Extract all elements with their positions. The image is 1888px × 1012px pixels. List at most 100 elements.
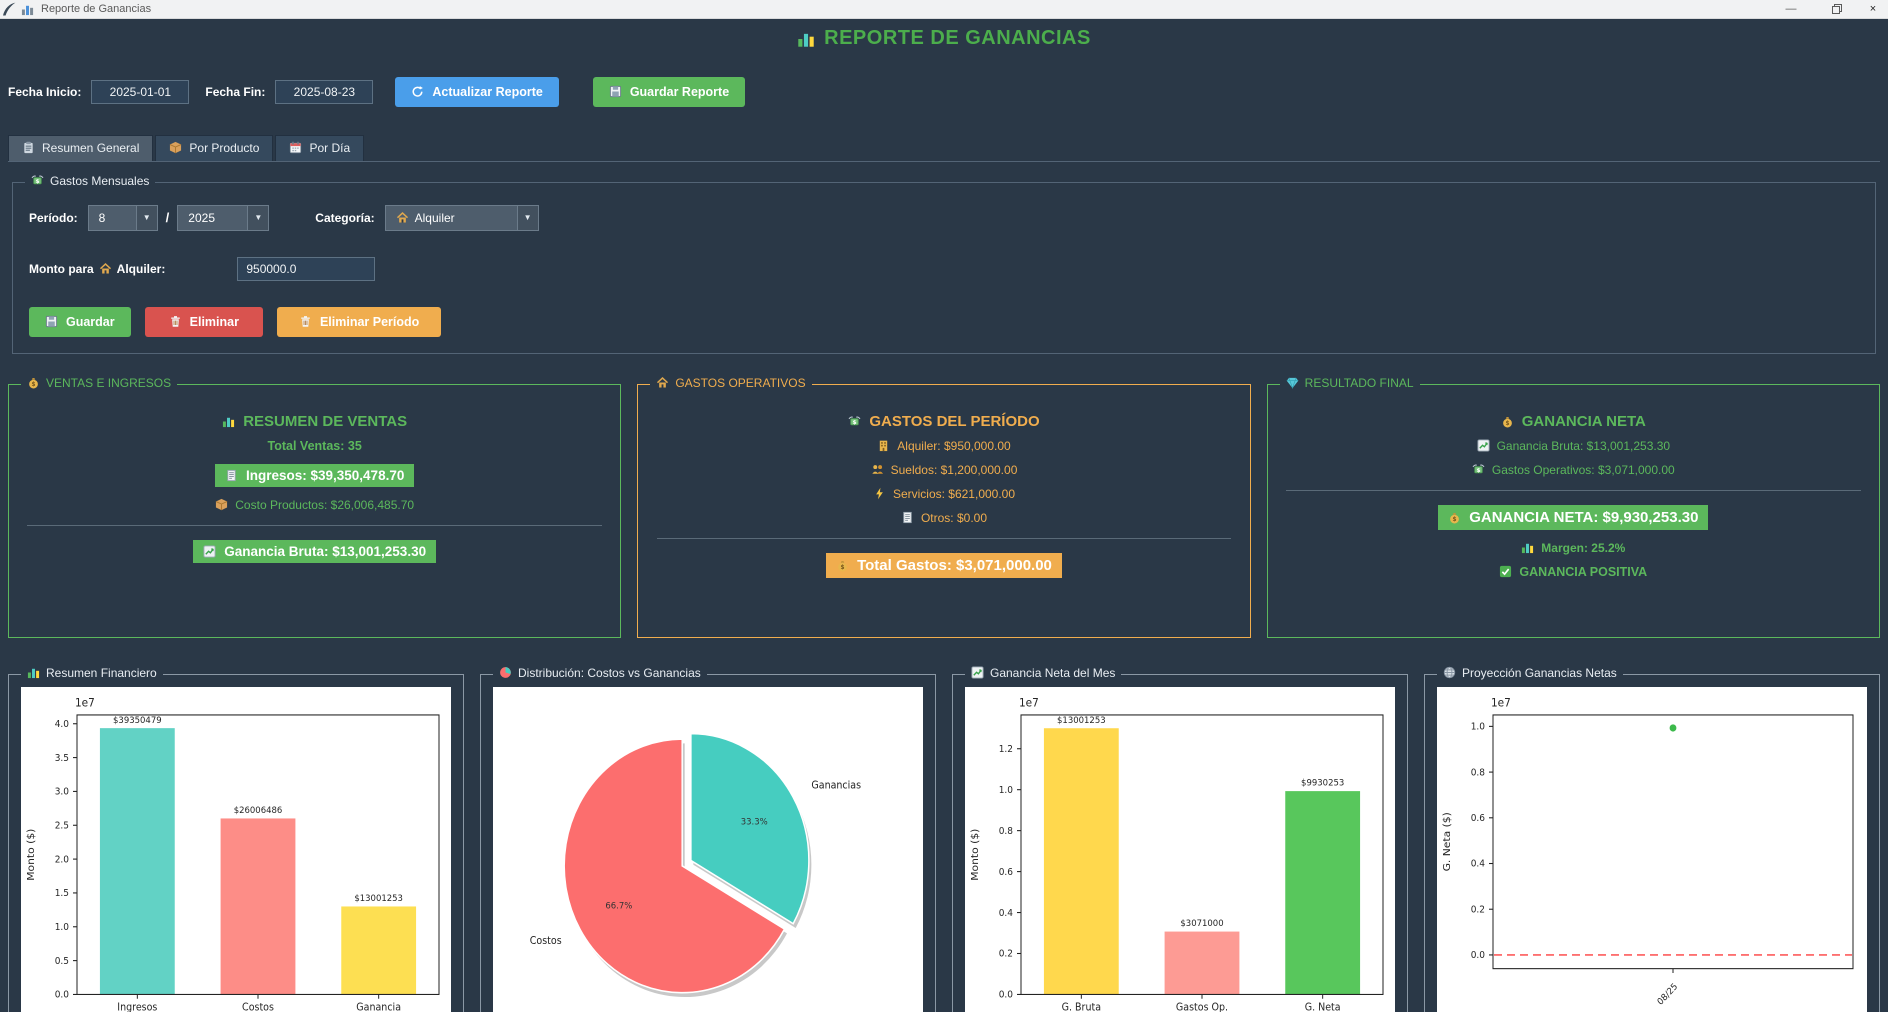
guardar-button[interactable]: Guardar xyxy=(29,307,131,337)
anio-combobox[interactable]: 2025 ▼ xyxy=(177,205,269,231)
stat-text: Ingresos: $39,350,478.70 xyxy=(246,468,404,483)
periodo-label: Período: xyxy=(29,211,78,225)
fecha-fin-input[interactable]: 2025-08-23 xyxy=(275,80,373,104)
svg-text:08/25: 08/25 xyxy=(1656,981,1680,1007)
save-icon xyxy=(609,85,622,98)
stat-line: Otros: $0.00 xyxy=(901,511,987,525)
actualizar-reporte-button[interactable]: Actualizar Reporte xyxy=(395,77,558,107)
receipt-icon xyxy=(225,469,238,482)
svg-text:Gastos Op.: Gastos Op. xyxy=(1176,1002,1228,1012)
tab-label: Resumen General xyxy=(42,141,139,155)
svg-text:$9930253: $9930253 xyxy=(1301,778,1344,788)
chart-title: Proyección Ganancias Netas xyxy=(1462,666,1617,680)
svg-text:33.3%: 33.3% xyxy=(741,817,768,827)
chart-title: Distribución: Costos vs Ganancias xyxy=(518,666,701,680)
svg-text:0.2: 0.2 xyxy=(999,948,1013,959)
money-bag-icon: $ xyxy=(27,376,40,389)
window-controls: — × xyxy=(1768,0,1886,18)
divider xyxy=(1286,490,1861,491)
stat-text: GANANCIA NETA: $9,930,253.30 xyxy=(1469,509,1698,526)
money-bag-icon: $ xyxy=(836,559,849,572)
notebook-pane: $ Gastos Mensuales Período: 8 ▼ / 2025 ▼… xyxy=(8,161,1880,354)
bar-chart-icon xyxy=(27,666,40,679)
stat-text: RESUMEN DE VENTAS xyxy=(243,413,407,430)
bolt-icon xyxy=(873,487,886,500)
toolbar: Fecha Inicio: 2025-01-01 Fecha Fin: 2025… xyxy=(8,77,1880,107)
money-wings-icon: $ xyxy=(31,174,44,187)
stat-text: Total Gastos: $3,071,000.00 xyxy=(857,557,1052,574)
resultado-final-panel: RESULTADO FINAL$GANANCIA NETAGanancia Br… xyxy=(1267,384,1880,638)
svg-text:0.0: 0.0 xyxy=(1471,949,1485,960)
house-icon xyxy=(99,262,112,275)
categoria-label: Categoría: xyxy=(315,211,374,225)
svg-text:1.0: 1.0 xyxy=(1471,721,1485,732)
mes-combobox[interactable]: 8 ▼ xyxy=(88,205,158,231)
stat-text: Costo Productos: $26,006,485.70 xyxy=(235,498,414,512)
stat-text: Alquiler: $950,000.00 xyxy=(897,439,1010,453)
tab-resumen-general[interactable]: Resumen General xyxy=(8,135,153,161)
chart-frame-ganancia-neta-del-mes: Ganancia Neta del Mes0.00.20.40.60.81.01… xyxy=(952,674,1408,1012)
stat-text: Gastos Operativos: $3,071,000.00 xyxy=(1492,463,1675,477)
svg-text:1e7: 1e7 xyxy=(1491,695,1511,708)
ventas-e-ingresos-frame-label: $VENTAS E INGRESOS xyxy=(21,376,177,390)
svg-text:Monto ($): Monto ($) xyxy=(969,828,981,880)
clipboard-icon xyxy=(22,141,35,154)
divider xyxy=(657,538,1232,539)
svg-text:Ingresos: Ingresos xyxy=(117,1002,157,1012)
tab-por-producto[interactable]: Por Producto xyxy=(155,135,273,161)
refresh-icon xyxy=(411,85,424,98)
window-chart-icon xyxy=(21,3,34,16)
svg-text:1.2: 1.2 xyxy=(999,743,1013,754)
periodo-separator: / xyxy=(166,210,170,225)
stat-line: Margen: 25.2% xyxy=(1521,541,1625,555)
svg-text:0.2: 0.2 xyxy=(1471,904,1485,915)
trash-icon xyxy=(299,315,312,328)
chart-frame-resumen-financiero: Resumen Financiero0.00.51.01.52.02.53.03… xyxy=(8,674,464,1012)
categoria-combobox[interactable]: Alquiler ▼ xyxy=(385,205,539,231)
chart-title: Resumen Financiero xyxy=(46,666,157,680)
highlight-badge: $ Total Gastos: $3,071,000.00 xyxy=(826,553,1062,578)
svg-text:G. Neta: G. Neta xyxy=(1305,1002,1341,1012)
app-header: REPORTE DE GANANCIAS xyxy=(8,19,1880,53)
tab-por-d-a[interactable]: Por Día xyxy=(275,135,364,161)
chart-up-icon xyxy=(971,666,984,679)
fecha-inicio-input[interactable]: 2025-01-01 xyxy=(91,80,189,104)
eliminar-button[interactable]: Eliminar xyxy=(145,307,263,337)
close-button[interactable]: × xyxy=(1860,0,1886,18)
svg-text:0.4: 0.4 xyxy=(999,907,1013,918)
svg-text:$: $ xyxy=(36,179,40,185)
svg-text:0.8: 0.8 xyxy=(1471,767,1485,778)
guardar-reporte-button[interactable]: Guardar Reporte xyxy=(593,77,745,107)
button-label: Eliminar xyxy=(190,315,239,329)
building-icon xyxy=(877,439,890,452)
svg-text:0.5: 0.5 xyxy=(55,955,69,966)
gastos-mensuales-frame: $ Gastos Mensuales Período: 8 ▼ / 2025 ▼… xyxy=(12,182,1876,354)
restore-button[interactable] xyxy=(1814,0,1860,18)
monto-row: Monto para Alquiler: 950000.0 xyxy=(29,257,1859,281)
stat-line: Costo Productos: $26,006,485.70 xyxy=(215,498,414,512)
svg-text:0.6: 0.6 xyxy=(999,866,1013,877)
chevron-down-icon[interactable]: ▼ xyxy=(136,206,157,230)
tab-label: Por Producto xyxy=(189,141,259,155)
svg-text:$: $ xyxy=(31,382,35,388)
minimize-button[interactable]: — xyxy=(1768,0,1814,18)
svg-text:$13001253: $13001253 xyxy=(354,893,403,903)
ventas-e-ingresos-panel: $VENTAS E INGRESOSRESUMEN DE VENTASTotal… xyxy=(8,384,621,638)
svg-text:1e7: 1e7 xyxy=(1019,695,1039,708)
panel-heading: $GASTOS DEL PERÍODO xyxy=(848,413,1039,430)
stat-text: Ganancia Bruta: $13,001,253.30 xyxy=(1497,439,1670,453)
button-label: Guardar xyxy=(66,315,115,329)
highlight-badge: Ingresos: $39,350,478.70 xyxy=(215,464,414,487)
chevron-down-icon[interactable]: ▼ xyxy=(247,206,268,230)
calendar-icon xyxy=(289,141,302,154)
eliminar-periodo-button[interactable]: Eliminar Período xyxy=(277,307,441,337)
svg-text:$: $ xyxy=(841,565,845,571)
stat-line: $Gastos Operativos: $3,071,000.00 xyxy=(1472,463,1675,477)
monto-input[interactable]: 950000.0 xyxy=(237,257,375,281)
chevron-down-icon[interactable]: ▼ xyxy=(517,206,538,230)
monto-label: Monto para Alquiler: xyxy=(29,262,165,276)
svg-text:0.4: 0.4 xyxy=(1471,858,1485,869)
tab-bar: Resumen General Por Producto Por Día xyxy=(8,135,1880,161)
stat-text: Ganancia Bruta: $13,001,253.30 xyxy=(224,544,426,559)
stat-line: GANANCIA POSITIVA xyxy=(1499,565,1647,579)
